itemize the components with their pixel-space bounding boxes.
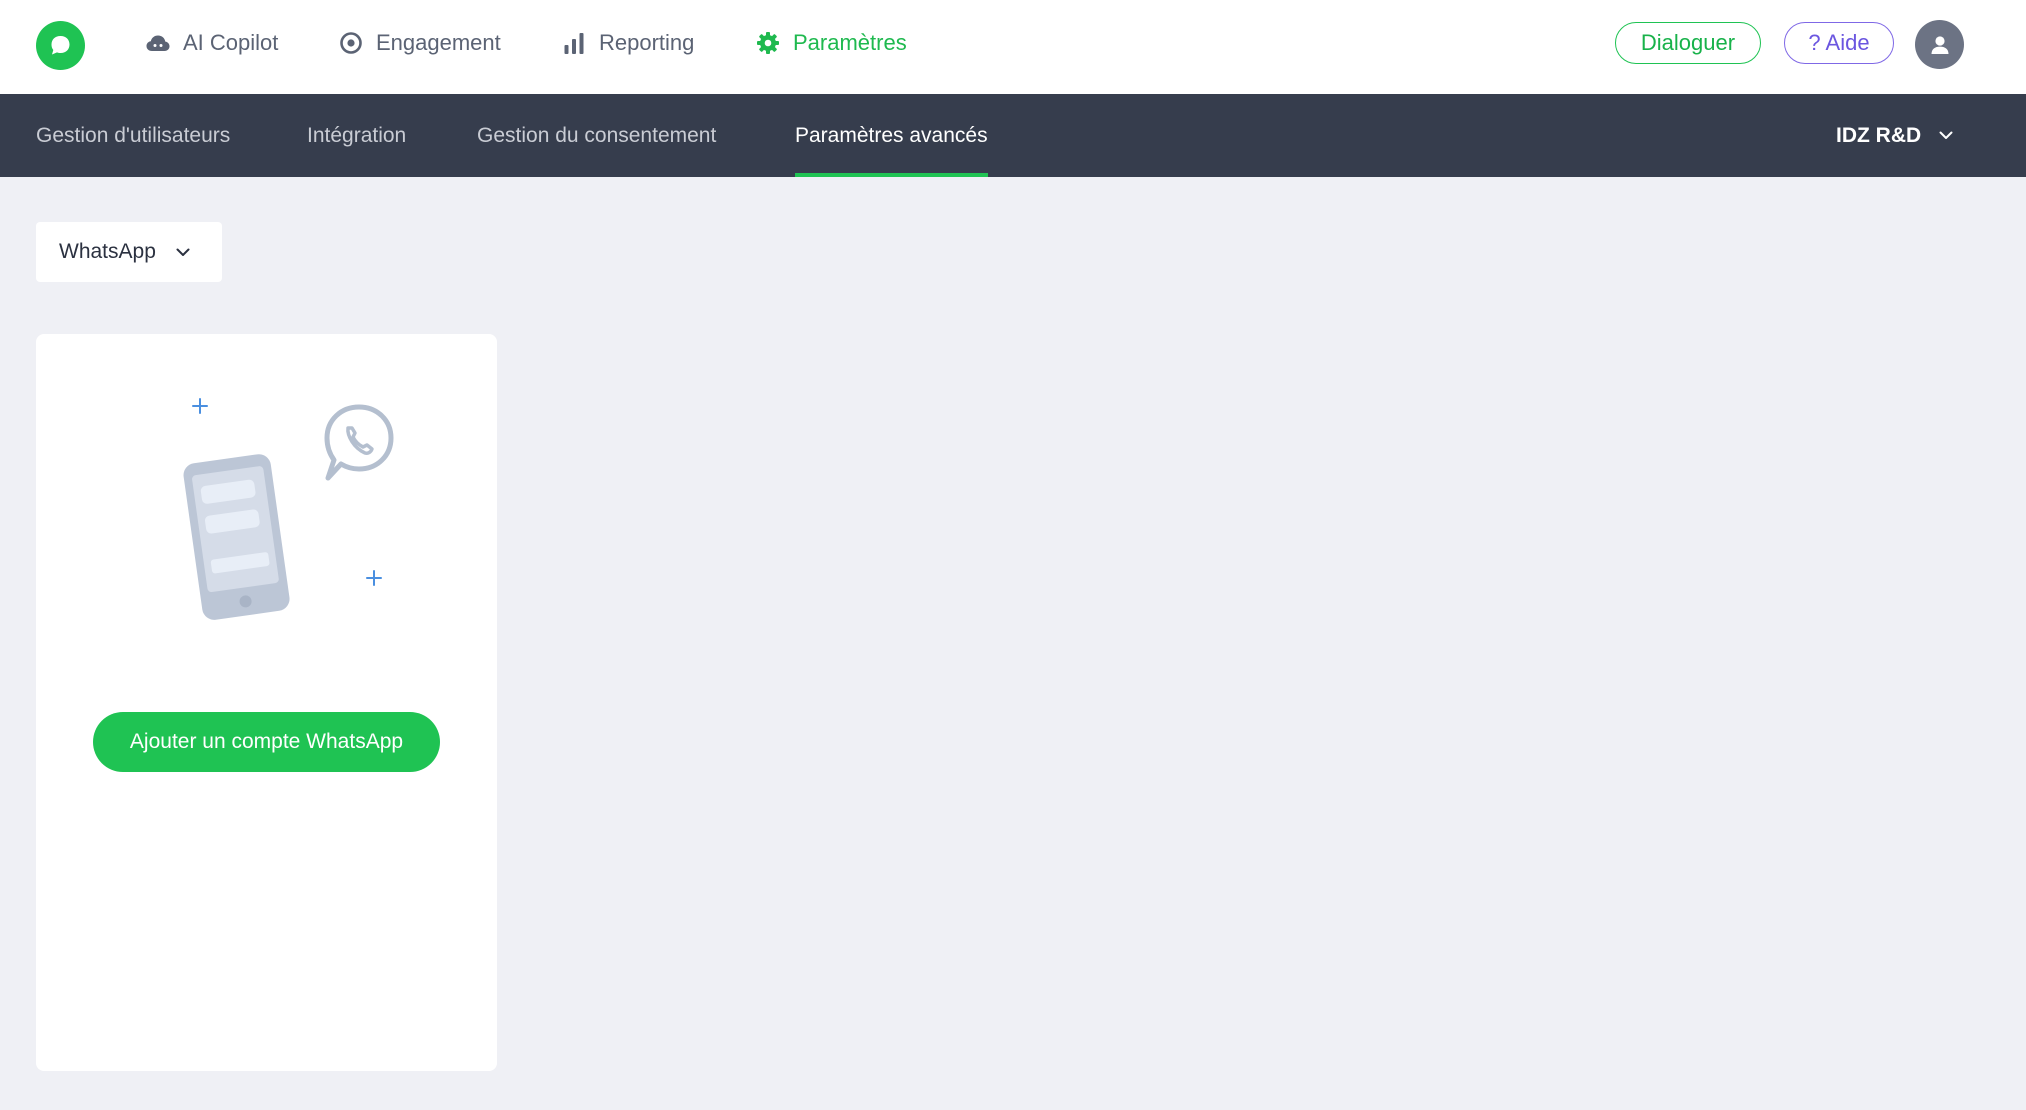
add-whatsapp-account-button[interactable]: Ajouter un compte WhatsApp [93,712,440,772]
topnav-item-label: Reporting [599,30,695,55]
help-button[interactable]: ? Aide [1784,22,1894,64]
topnav-item-label: Engagement [376,30,501,55]
topnav-item-label: Paramètres [793,30,907,55]
subnav-item-gestion-consentement[interactable]: Gestion du consentement [477,94,716,177]
subnav-item-label: Gestion du consentement [477,123,717,147]
channel-select-value: WhatsApp [59,240,156,263]
settings-subnavigation: Gestion d'utilisateurs Intégration Gesti… [0,94,2026,177]
topnav-item-reporting[interactable]: Reporting [561,26,694,60]
whatsapp-account-card: Ajouter un compte WhatsApp [36,334,497,1071]
subnav-item-label: Intégration [307,123,407,147]
topnav-item-label: AI Copilot [183,30,279,55]
chat-bubble-icon [51,36,70,55]
subnav-item-label: Paramètres avancés [795,123,988,147]
subnav-item-gestion-utilisateurs[interactable]: Gestion d'utilisateurs [36,94,230,177]
cloud-icon [145,30,171,56]
bar-chart-icon [561,30,587,56]
whatsapp-phone-illustration [183,398,394,620]
subnav-item-parametres-avances[interactable]: Paramètres avancés [795,94,988,177]
channel-select[interactable]: WhatsApp [36,222,222,282]
topnav-item-ai-copilot[interactable]: AI Copilot [145,26,278,60]
subnav-item-integration[interactable]: Intégration [307,94,406,177]
user-icon [1931,35,1948,54]
gear-icon [755,30,781,56]
user-avatar[interactable] [1915,20,1964,69]
organization-name: IDZ R&D [1836,123,1922,147]
top-navigation-bar: AI Copilot Engagement Reporting Paramètr… [0,0,2026,94]
whatsapp-icon [324,404,394,481]
organization-select[interactable]: IDZ R&D [1836,94,1953,177]
chevron-down-icon [1939,131,1953,139]
topnav-item-parametres[interactable]: Paramètres [755,26,907,60]
chevron-down-icon [176,248,190,256]
app-logo[interactable] [36,21,85,70]
subnav-item-label: Gestion d'utilisateurs [36,123,231,147]
topnav-item-engagement[interactable]: Engagement [338,26,501,60]
target-icon [338,30,364,56]
dialoguer-button[interactable]: Dialoguer [1615,22,1761,64]
